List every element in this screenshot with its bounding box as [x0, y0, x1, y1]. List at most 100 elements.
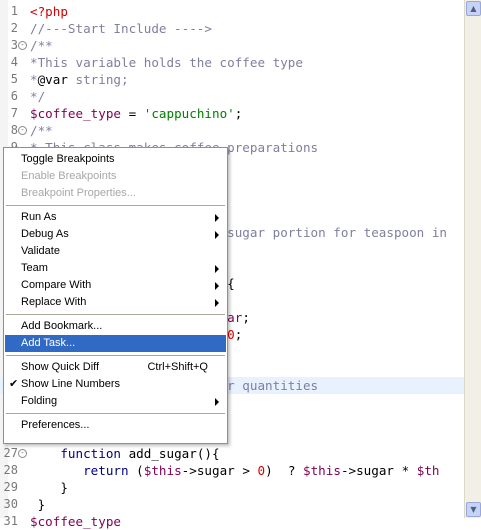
menu-separator: [6, 314, 225, 315]
fold-toggle-icon[interactable]: -: [18, 41, 27, 50]
menu-item-debug-as[interactable]: Debug As: [5, 226, 226, 243]
code-line[interactable]: 28 return ($this->sugar > 0) ? $this->su…: [0, 462, 464, 479]
code-token: ;: [234, 106, 243, 121]
code-token: add_sugar(){: [121, 446, 220, 461]
code-token: $this: [143, 463, 182, 478]
menu-item-show-line-numbers[interactable]: ✔ Show Line Numbers: [5, 376, 226, 393]
menu-item-label: Enable Breakpoints: [21, 170, 117, 182]
menu-item-label: Replace With: [21, 296, 87, 308]
submenu-arrow-icon: [215, 282, 219, 290]
menu-item-compare-with[interactable]: Compare With: [5, 277, 226, 294]
menu-separator: [6, 205, 225, 206]
vertical-scrollbar[interactable]: ▲ ▼: [464, 0, 481, 518]
code-text: return ($this->sugar > 0) ? $this->sugar…: [30, 462, 440, 479]
code-token: *: [30, 72, 38, 87]
submenu-arrow-icon: [215, 214, 219, 222]
menu-item-folding[interactable]: Folding: [5, 393, 226, 410]
code-line[interactable]: 2 //---Start Include ---->: [0, 20, 464, 37]
code-text: function add_sugar(){: [30, 445, 220, 462]
code-text: }: [30, 479, 68, 496]
arrow-down-icon[interactable]: ▼: [466, 502, 481, 517]
line-number: 30: [3, 497, 18, 511]
code-line[interactable]: 6 */: [0, 88, 464, 105]
fold-toggle-icon[interactable]: -: [18, 449, 27, 458]
line-number: 27: [3, 446, 18, 460]
submenu-arrow-icon: [215, 299, 219, 307]
code-token: //---Start Include ---->: [30, 21, 212, 36]
code-token: $th: [416, 463, 440, 478]
code-line[interactable]: 31 $coffee_type: [0, 513, 464, 530]
code-text: $coffee_type = 'cappuchino';: [30, 105, 242, 122]
line-number: 1: [10, 4, 18, 18]
menu-item-preferences[interactable]: Preferences...: [5, 417, 226, 434]
menu-item-label: Folding: [21, 395, 58, 407]
line-number: 2: [10, 21, 18, 35]
code-line[interactable]: 8-/**: [0, 122, 464, 139]
menu-item-replace-with[interactable]: Replace With: [5, 294, 226, 311]
line-number: 29: [3, 480, 18, 494]
menu-item-shortcut: Ctrl+Shift+Q: [147, 361, 208, 373]
code-token: ;: [234, 327, 243, 342]
fold-toggle-icon[interactable]: -: [18, 126, 27, 135]
menu-item-toggle-breakpoints[interactable]: Toggle Breakpoints: [5, 151, 226, 168]
menu-item-label: Show Line Numbers: [21, 378, 121, 390]
code-text: /**: [30, 122, 53, 139]
code-token: <?php: [30, 4, 68, 19]
menu-item-add-bookmark[interactable]: Add Bookmark...: [5, 318, 226, 335]
code-line[interactable]: 30 }: [0, 496, 464, 513]
menu-item-add-task[interactable]: Add Task...: [5, 335, 226, 352]
code-token: */: [30, 89, 46, 104]
menu-item-team[interactable]: Team: [5, 260, 226, 277]
submenu-arrow-icon: [215, 265, 219, 273]
code-line[interactable]: 29 }: [0, 479, 464, 496]
code-line[interactable]: 27- function add_sugar(){: [0, 445, 464, 462]
code-token: ;: [242, 310, 250, 325]
code-text: *@var string;: [30, 71, 129, 88]
line-number: 4: [10, 55, 18, 69]
code-token: ->sugar >: [181, 463, 258, 478]
code-token: /**: [30, 123, 53, 138]
menu-item-run-as[interactable]: Run As: [5, 209, 226, 226]
code-token: @var: [37, 72, 68, 87]
code-text: <?php: [30, 3, 68, 20]
menu-item-label: Compare With: [21, 279, 92, 291]
code-line[interactable]: 1 <?php: [0, 3, 464, 20]
code-token: *This variable holds the coffee type: [30, 55, 303, 70]
code-token: }: [30, 480, 68, 495]
arrow-up-icon[interactable]: ▲: [466, 1, 481, 16]
menu-item-label: Run As: [21, 211, 57, 223]
menu-item-label: Preferences...: [21, 419, 90, 431]
code-text: //---Start Include ---->: [30, 20, 212, 37]
menu-separator: [6, 355, 225, 356]
menu-item-enable-breakpoints[interactable]: Enable Breakpoints: [5, 168, 226, 185]
menu-item-label: Add Bookmark...: [21, 320, 103, 332]
code-text: *This variable holds the coffee type: [30, 54, 303, 71]
code-token: /**: [30, 38, 53, 53]
code-token: $this: [303, 463, 341, 478]
code-line[interactable]: 5 *@var string;: [0, 71, 464, 88]
line-number: 8: [10, 123, 18, 137]
code-line[interactable]: 7 $coffee_type = 'cappuchino';: [0, 105, 464, 122]
code-token: (: [128, 463, 144, 478]
menu-item-label: Breakpoint Properties...: [21, 187, 136, 199]
menu-item-label: Team: [21, 262, 48, 274]
line-number: 3: [10, 38, 18, 52]
code-token: }: [30, 497, 46, 512]
menu-item-label: Toggle Breakpoints: [21, 153, 115, 165]
line-number: 28: [3, 463, 18, 477]
line-number: 6: [10, 89, 18, 103]
code-token: 0: [257, 463, 266, 478]
code-line[interactable]: 3-/**: [0, 37, 464, 54]
context-menu: Toggle Breakpoints Enable Breakpoints Brea…: [3, 147, 228, 444]
menu-item-breakpoint-properties[interactable]: Breakpoint Properties...: [5, 185, 226, 202]
menu-item-show-quick-diff[interactable]: Show Quick Diff Ctrl+Shift+Q: [5, 359, 226, 376]
menu-item-label: Debug As: [21, 228, 69, 240]
menu-item-validate[interactable]: Validate: [5, 243, 226, 260]
code-text: }: [30, 496, 46, 513]
code-token: function: [60, 446, 122, 461]
code-token: return: [83, 463, 129, 478]
code-text: */: [30, 88, 45, 105]
code-token: ) ?: [265, 463, 304, 478]
code-line[interactable]: 4 *This variable holds the coffee type: [0, 54, 464, 71]
